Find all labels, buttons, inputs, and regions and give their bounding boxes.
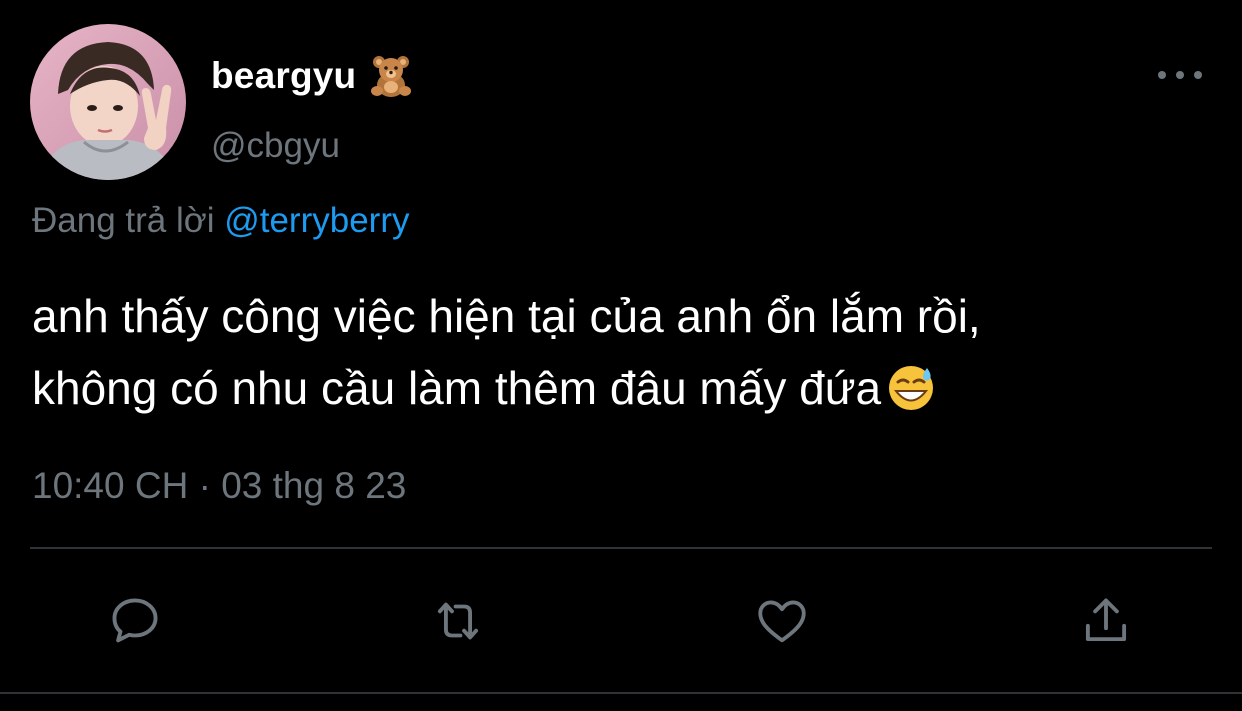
tweet-text: anh thấy công việc hiện tại của anh ổn l… [32,280,1222,424]
display-name-row: beargyu [211,50,414,102]
tweet-text-line-2: không có nhu cầu làm thêm đâu mấy đứa [32,352,1222,424]
tweet-text-line: anh thấy công việc hiện tại của anh ổn l… [32,290,981,342]
avatar[interactable] [30,24,186,180]
grinning-sweat-icon [889,366,934,410]
share-button[interactable] [1076,591,1136,651]
replying-to-label: Đang trả lời [32,201,215,240]
reply-icon [112,598,158,643]
tweet-text-line: không có nhu cầu làm thêm đâu mấy đứa [32,362,882,414]
reply-button[interactable] [105,591,165,651]
retweet-icon [437,602,479,640]
tweet-timestamp[interactable]: 10:40 CH · 03 thg 8 23 [32,465,406,507]
display-name[interactable]: beargyu [211,55,356,97]
more-dot-icon [1158,71,1166,79]
like-button[interactable] [752,591,812,651]
tweet-card: beargyu @cbgyu Đang trả lời @terryberry [0,0,1242,711]
avatar-photo [30,24,186,180]
heart-icon [758,600,806,643]
more-dot-icon [1194,71,1202,79]
teddy-bear-icon [371,56,412,97]
more-dot-icon [1176,71,1184,79]
reply-mention-link[interactable]: @terryberry [224,201,409,240]
user-handle[interactable]: @cbgyu [211,126,340,166]
bottom-divider [0,692,1242,694]
retweet-button[interactable] [428,591,488,651]
share-icon [1085,598,1127,642]
replying-to: Đang trả lời @terryberry [32,201,409,241]
divider [30,547,1212,549]
more-options-button[interactable] [1158,60,1202,90]
